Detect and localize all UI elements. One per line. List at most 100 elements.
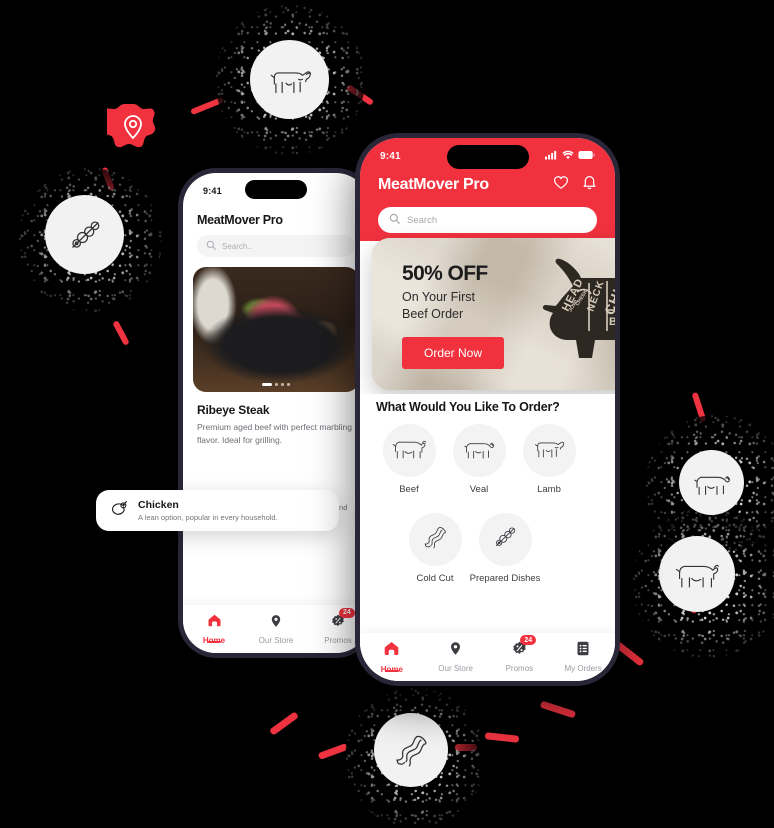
map-marker[interactable] — [107, 102, 159, 154]
category-veal[interactable]: Veal — [444, 424, 514, 495]
svg-text:BRISKET: BRISKET — [609, 316, 615, 328]
list-item-text: Chicken A lean option, popular in every … — [138, 499, 278, 522]
back-search-input[interactable]: Search.. — [197, 235, 355, 257]
composition-canvas: 9:41 MeatMover Pro Search.. Ribeye Steak… — [0, 0, 774, 828]
front-tabbar: Home Our Store 24 Promo — [360, 633, 615, 681]
active-tab-indicator — [207, 640, 221, 643]
active-tab-indicator — [384, 669, 399, 672]
promo-headline: 50% OFF — [402, 262, 488, 285]
route-dash — [101, 166, 115, 192]
header-actions — [553, 174, 597, 195]
category-label: Veal — [469, 484, 489, 495]
category-lamb[interactable]: Lamb — [514, 424, 584, 495]
category-label: Lamb — [537, 484, 561, 495]
bell-icon[interactable] — [582, 174, 597, 195]
promo-text-block: 50% OFF On Your First Beef Order Order N… — [402, 262, 505, 369]
app-title: MeatMover Pro — [378, 175, 489, 193]
bacon-icon — [391, 730, 431, 770]
home-icon — [383, 640, 400, 662]
kebab-icon — [65, 215, 105, 255]
category-grid-row-2: Cold Cut Prepared Dishes — [360, 503, 615, 592]
chicken-icon — [110, 500, 129, 522]
list-item-name: Chicken — [138, 499, 179, 511]
tab-home[interactable]: Home — [183, 613, 245, 645]
tab-home[interactable]: Home — [360, 640, 424, 674]
category-icon-wrap — [478, 513, 532, 566]
status-time: 9:41 — [203, 186, 222, 196]
floating-bubble-veal[interactable] — [679, 450, 744, 515]
back-hero-image[interactable] — [193, 267, 359, 392]
front-header: 9:41 MeatMover Pro Search — [360, 138, 615, 241]
cow-icon — [675, 557, 719, 591]
tab-label: Promos — [505, 664, 534, 673]
goat-icon — [268, 62, 312, 98]
tab-our-store[interactable]: Our Store — [245, 614, 307, 645]
cow-icon — [392, 435, 426, 466]
promos-badge: 24 — [339, 607, 355, 618]
floating-bubble-goat[interactable] — [250, 40, 329, 119]
tab-label: Promos — [324, 635, 352, 645]
category-cold-cut[interactable]: Cold Cut — [400, 513, 470, 584]
front-title-row: MeatMover Pro — [360, 168, 615, 207]
route-dash — [484, 732, 520, 743]
category-prepared-dishes[interactable]: Prepared Dishes — [470, 513, 540, 584]
floating-list-item-chicken[interactable]: Chicken A lean option, popular in every … — [96, 490, 339, 531]
route-dash — [317, 743, 349, 760]
front-phone-screen: 9:41 MeatMover Pro Search HEAD NECK B CH… — [360, 138, 615, 681]
floating-bubble-prepared-dishes[interactable] — [45, 195, 124, 274]
hero-carousel-dots[interactable] — [262, 383, 290, 386]
route-dash — [268, 711, 300, 736]
dynamic-island — [245, 180, 307, 199]
tab-label: Our Store — [258, 635, 294, 645]
category-label: Cold Cut — [416, 573, 454, 584]
tab-my-orders[interactable]: My Orders — [551, 641, 615, 673]
promo-subline-2: Beef Order — [402, 306, 464, 321]
route-dash — [691, 391, 707, 423]
route-dash — [190, 96, 224, 116]
back-phone-screen: 9:41 MeatMover Pro Search.. Ribeye Steak… — [183, 173, 369, 653]
order-now-button[interactable]: Order Now — [402, 336, 505, 369]
beef-cut-chart-icon: HEAD NECK CHUCK RIB SH LO BRISKET PLATE … — [531, 250, 615, 390]
back-product-card[interactable]: Ribeye Steak Premium aged beef with perf… — [183, 392, 369, 455]
category-label: Beef — [399, 484, 419, 495]
back-page-title: MeatMover Pro — [197, 213, 283, 227]
front-body: What Would You Like To Order? Beef Veal … — [360, 394, 615, 681]
back-phone-device: 9:41 MeatMover Pro Search.. Ribeye Steak… — [178, 168, 374, 658]
back-search-placeholder: Search.. — [222, 241, 252, 251]
tab-label: My Orders — [564, 664, 602, 673]
status-time: 9:41 — [380, 150, 401, 162]
calf-icon — [463, 436, 495, 466]
battery-icon — [578, 150, 595, 163]
product-description: Premium aged beef with perfect marbling … — [197, 422, 352, 445]
promo-subline: On Your First Beef Order — [402, 289, 504, 323]
category-beef[interactable]: Beef — [374, 424, 444, 495]
category-icon-wrap — [522, 424, 576, 477]
floating-bubble-beef[interactable] — [659, 536, 735, 612]
list-item-description: A lean option, popular in every househol… — [138, 513, 278, 522]
tab-our-store[interactable]: Our Store — [424, 641, 488, 673]
orders-list-icon — [576, 641, 590, 661]
dynamic-island — [446, 145, 529, 169]
discount-tag-icon: 24 — [512, 635, 537, 661]
promo-subline-1: On Your First — [402, 290, 475, 304]
home-icon — [207, 613, 222, 633]
category-icon-wrap — [382, 424, 436, 477]
category-grid-row-1: Beef Veal Lamb — [360, 414, 615, 503]
floating-bubble-cold-cut[interactable] — [374, 713, 448, 787]
front-search-placeholder: Search — [407, 214, 438, 226]
front-search-input[interactable]: Search — [378, 207, 597, 233]
promo-banner[interactable]: HEAD NECK CHUCK RIB SH LO BRISKET PLATE … — [372, 238, 615, 390]
category-label: Prepared Dishes — [469, 573, 541, 584]
location-pin-icon — [448, 641, 463, 661]
heart-icon[interactable] — [553, 175, 569, 195]
cellular-signal-icon — [545, 150, 558, 163]
front-phone-device: 9:41 MeatMover Pro Search HEAD NECK B CH… — [355, 133, 620, 686]
promos-badge: 24 — [520, 635, 537, 645]
goat-icon — [533, 435, 565, 466]
tab-promos[interactable]: 24 Promos — [488, 635, 552, 673]
route-dash — [539, 700, 577, 719]
status-indicators — [545, 150, 595, 163]
kebab-icon — [491, 523, 519, 556]
location-pin-icon — [269, 614, 283, 633]
calf-icon — [693, 468, 731, 498]
